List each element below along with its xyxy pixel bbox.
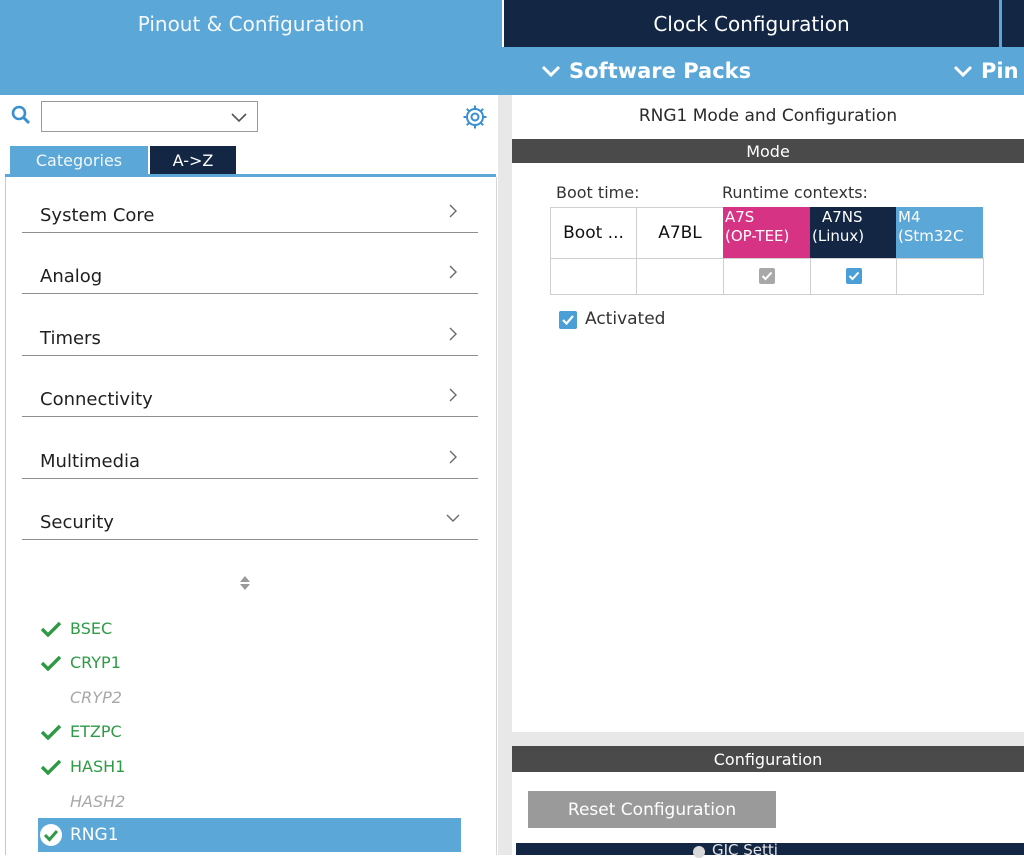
context-os: (Linux) xyxy=(812,227,865,245)
peripheral-item-bsec[interactable]: BSEC xyxy=(40,619,112,638)
context-os: (OP-TEE) xyxy=(725,227,790,245)
peripheral-item-hash2[interactable]: HASH2 xyxy=(40,792,125,811)
category-analog[interactable]: Analog xyxy=(22,253,478,294)
boot-column-header: Boot ... xyxy=(550,207,637,259)
tab-a-to-z[interactable]: A->Z xyxy=(150,146,236,174)
peripheral-item-cryp1[interactable]: CRYP1 xyxy=(40,653,121,672)
chevron-right-icon xyxy=(449,327,457,341)
radio-icon xyxy=(693,846,705,858)
check-icon xyxy=(562,315,574,326)
context-name: A7S xyxy=(725,208,755,226)
category-label: Analog xyxy=(40,266,103,287)
category-security[interactable]: Security xyxy=(22,499,478,540)
a7bl-cell xyxy=(636,258,724,295)
chevron-down-icon xyxy=(446,514,460,522)
chevron-right-icon xyxy=(449,450,457,464)
checkmark-icon xyxy=(40,724,62,740)
chevron-down-icon xyxy=(541,65,561,78)
panel-border xyxy=(496,177,497,855)
tab-overflow[interactable] xyxy=(1002,0,1024,47)
category-label: Timers xyxy=(40,328,101,349)
chevron-down-icon[interactable] xyxy=(229,110,249,124)
peripheral-label: BSEC xyxy=(70,619,113,638)
context-os: (Stm32C xyxy=(898,227,964,245)
software-packs-menu[interactable]: Software Packs xyxy=(541,47,751,95)
tab-categories[interactable]: Categories xyxy=(10,146,148,174)
tabs-underline xyxy=(5,174,496,177)
panel-border xyxy=(5,177,6,855)
category-system-core[interactable]: System Core xyxy=(22,192,478,233)
sort-icon[interactable] xyxy=(238,574,252,592)
configuration-header[interactable]: Configuration xyxy=(512,746,1024,772)
category-label: System Core xyxy=(40,205,155,226)
checkmark-icon xyxy=(40,655,62,671)
category-timers[interactable]: Timers xyxy=(22,315,478,356)
peripheral-item-cryp2[interactable]: CRYP2 xyxy=(40,688,122,707)
category-label: Connectivity xyxy=(40,389,153,410)
pinout-menu[interactable]: Pin xyxy=(953,47,1019,95)
boot-cell xyxy=(550,258,637,295)
peripheral-item-etzpc[interactable]: ETZPC xyxy=(40,722,122,741)
context-cell-a7ns xyxy=(810,258,898,295)
reset-configuration-button[interactable]: Reset Configuration xyxy=(528,791,776,828)
tab-pinout-configuration[interactable]: Pinout & Configuration xyxy=(0,0,502,47)
context-name: M4 xyxy=(898,208,921,226)
peripheral-label: ETZPC xyxy=(70,722,122,741)
tab-clock-configuration[interactable]: Clock Configuration xyxy=(504,0,999,47)
search-input[interactable] xyxy=(41,101,258,132)
panel-title: RNG1 Mode and Configuration xyxy=(638,106,898,126)
splitter[interactable] xyxy=(498,95,512,855)
runtime-contexts-label: Runtime contexts: xyxy=(722,183,868,202)
context-header-a7ns: A7NS (Linux) xyxy=(810,207,897,259)
peripheral-label: CRYP1 xyxy=(70,653,121,672)
category-label: Security xyxy=(40,512,114,533)
secondary-toolbar xyxy=(0,47,1024,95)
boot-time-label: Boot time: xyxy=(556,183,640,202)
gear-icon[interactable] xyxy=(462,104,488,130)
search-icon[interactable] xyxy=(11,105,31,125)
chevron-right-icon xyxy=(449,388,457,402)
activated-checkbox[interactable] xyxy=(559,311,577,329)
chevron-down-icon xyxy=(953,65,973,78)
context-header-a7s: A7S (OP-TEE) xyxy=(723,207,811,259)
context-name: A7NS xyxy=(822,208,863,226)
peripheral-item-rng1[interactable]: RNG1 xyxy=(70,818,119,852)
check-icon xyxy=(761,271,773,281)
category-multimedia[interactable]: Multimedia xyxy=(22,438,478,479)
context-checkbox xyxy=(759,268,775,284)
pinout-menu-label: Pin xyxy=(981,59,1019,83)
category-label: Multimedia xyxy=(40,451,141,472)
category-connectivity[interactable]: Connectivity xyxy=(22,376,478,417)
a7bl-column-header: A7BL xyxy=(636,207,724,259)
mode-header[interactable]: Mode xyxy=(512,139,1024,163)
chevron-right-icon xyxy=(449,204,457,218)
splitter[interactable] xyxy=(512,732,1024,746)
context-cell-m4 xyxy=(896,258,984,295)
parameter-settings-label: GIC Setti xyxy=(712,841,778,855)
checkmark-icon xyxy=(40,621,62,637)
context-checkbox[interactable] xyxy=(846,268,862,284)
context-header-m4: M4 (Stm32C xyxy=(896,207,983,259)
check-icon xyxy=(848,271,860,281)
peripheral-item-hash1[interactable]: HASH1 xyxy=(40,757,125,776)
peripheral-label: HASH2 xyxy=(70,792,126,811)
context-cell-a7s xyxy=(723,258,812,295)
chevron-right-icon xyxy=(449,265,457,279)
checkmark-icon xyxy=(40,759,62,775)
check-circle-icon xyxy=(40,824,62,846)
peripheral-label: HASH1 xyxy=(70,757,126,776)
software-packs-label: Software Packs xyxy=(569,59,752,83)
activated-label: Activated xyxy=(585,309,666,329)
peripheral-label: CRYP2 xyxy=(70,688,122,707)
